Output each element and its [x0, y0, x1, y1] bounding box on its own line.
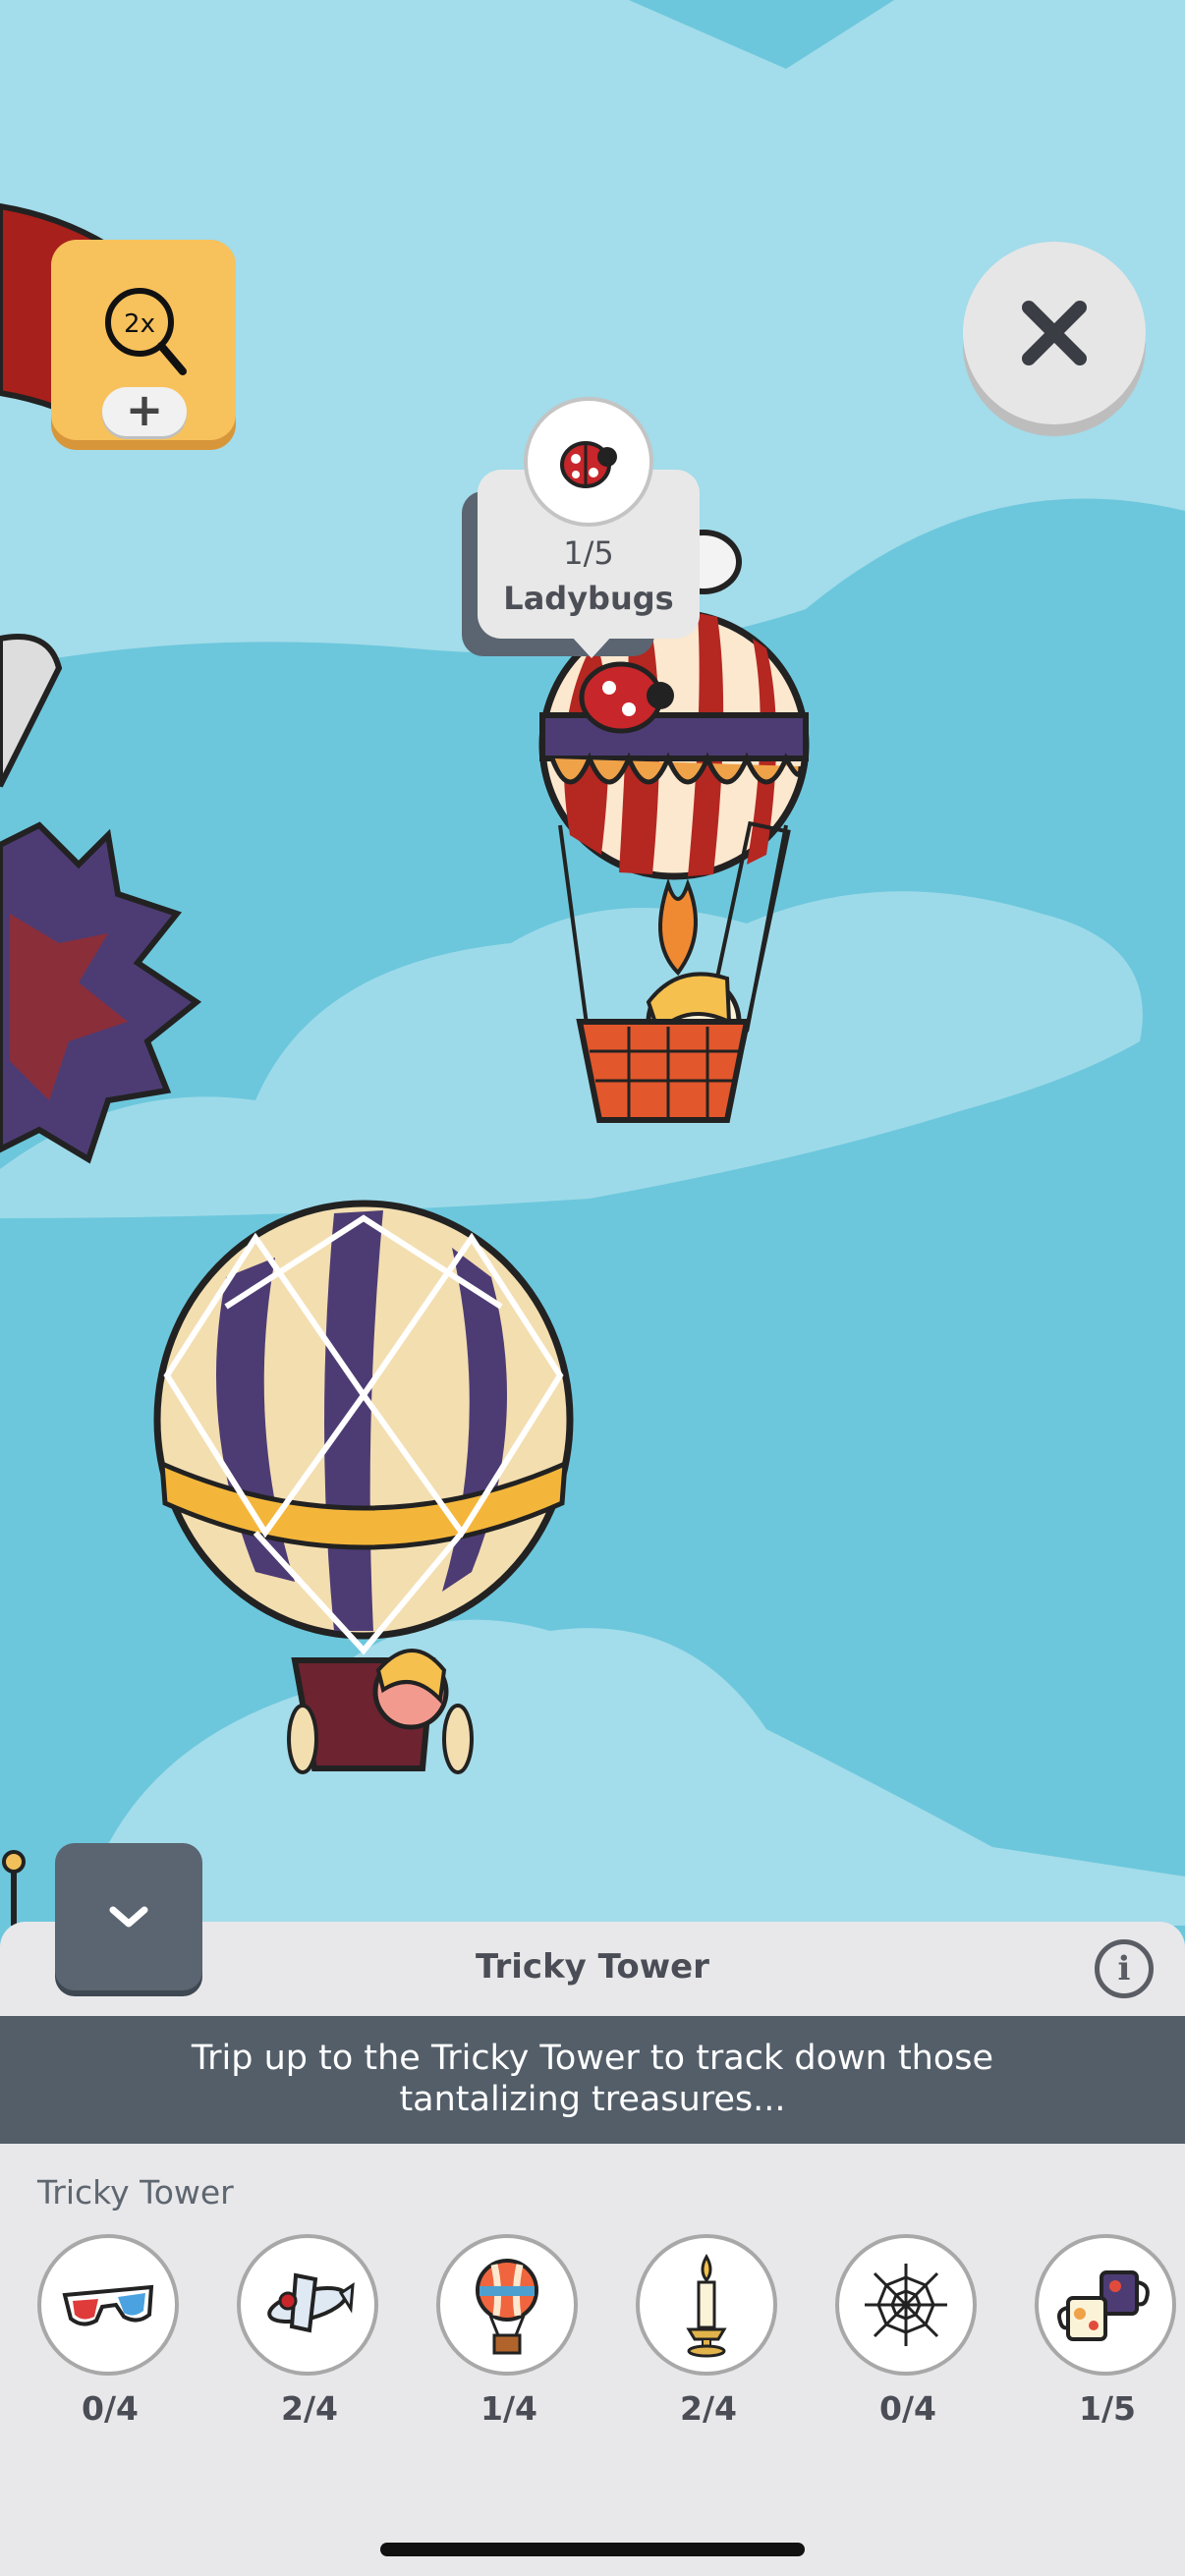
- collectible-item[interactable]: 0/4: [37, 2234, 183, 2428]
- description-line-2: tantalizing treasures...: [399, 2080, 786, 2119]
- airplane-icon: [267, 2272, 355, 2333]
- section-label: Tricky Tower: [37, 2173, 234, 2212]
- spiderweb-icon: [865, 2264, 947, 2346]
- collectible-item[interactable]: 2/4: [636, 2234, 781, 2428]
- item-count: 2/4: [281, 2389, 338, 2428]
- description-line-1: Trip up to the Tricky Tower to track dow…: [191, 2039, 994, 2078]
- item-count: 1/5: [1079, 2389, 1136, 2428]
- collectible-item[interactable]: 1/4: [436, 2234, 582, 2428]
- zoom-plus-button[interactable]: +: [102, 387, 187, 436]
- zoom-button[interactable]: 2x +: [51, 240, 236, 440]
- mugs-icon: [1057, 2270, 1150, 2341]
- bottom-panel: Tricky Tower i Trip up to the Tricky Tow…: [0, 1922, 1185, 2576]
- close-icon: [1022, 301, 1087, 365]
- ladybug-icon: [560, 441, 617, 488]
- tooltip-count: 1/5: [563, 534, 614, 572]
- collectibles-row: 0/4 2/4 1/4 2/4 0/4 1/5: [0, 2234, 1185, 2431]
- tooltip-label: Ladybugs: [503, 580, 674, 617]
- home-indicator[interactable]: [380, 2543, 805, 2556]
- collectible-item[interactable]: 2/4: [237, 2234, 382, 2428]
- 3d-glasses-icon: [62, 2284, 154, 2326]
- info-icon: i: [1117, 1949, 1131, 1988]
- level-description: Trip up to the Tricky Tower to track dow…: [0, 2016, 1185, 2144]
- magnifier-icon: 2x: [105, 288, 187, 375]
- collapse-panel-button[interactable]: [55, 1843, 202, 1990]
- collectible-item[interactable]: 1/5: [1035, 2234, 1180, 2428]
- candle-icon: [686, 2253, 727, 2358]
- tooltip-icon-circle: [524, 397, 653, 527]
- tooltip-arrow: [570, 635, 613, 658]
- zoom-level-label: 2x: [124, 309, 155, 339]
- chevron-down-icon: [109, 1906, 148, 1928]
- close-button[interactable]: [963, 242, 1146, 424]
- hot-air-balloon-icon: [476, 2259, 538, 2355]
- collectible-item[interactable]: 0/4: [835, 2234, 981, 2428]
- item-count: 0/4: [879, 2389, 936, 2428]
- item-count: 0/4: [82, 2389, 139, 2428]
- item-count: 1/4: [480, 2389, 537, 2428]
- info-button[interactable]: i: [1095, 1939, 1154, 1998]
- item-count: 2/4: [680, 2389, 737, 2428]
